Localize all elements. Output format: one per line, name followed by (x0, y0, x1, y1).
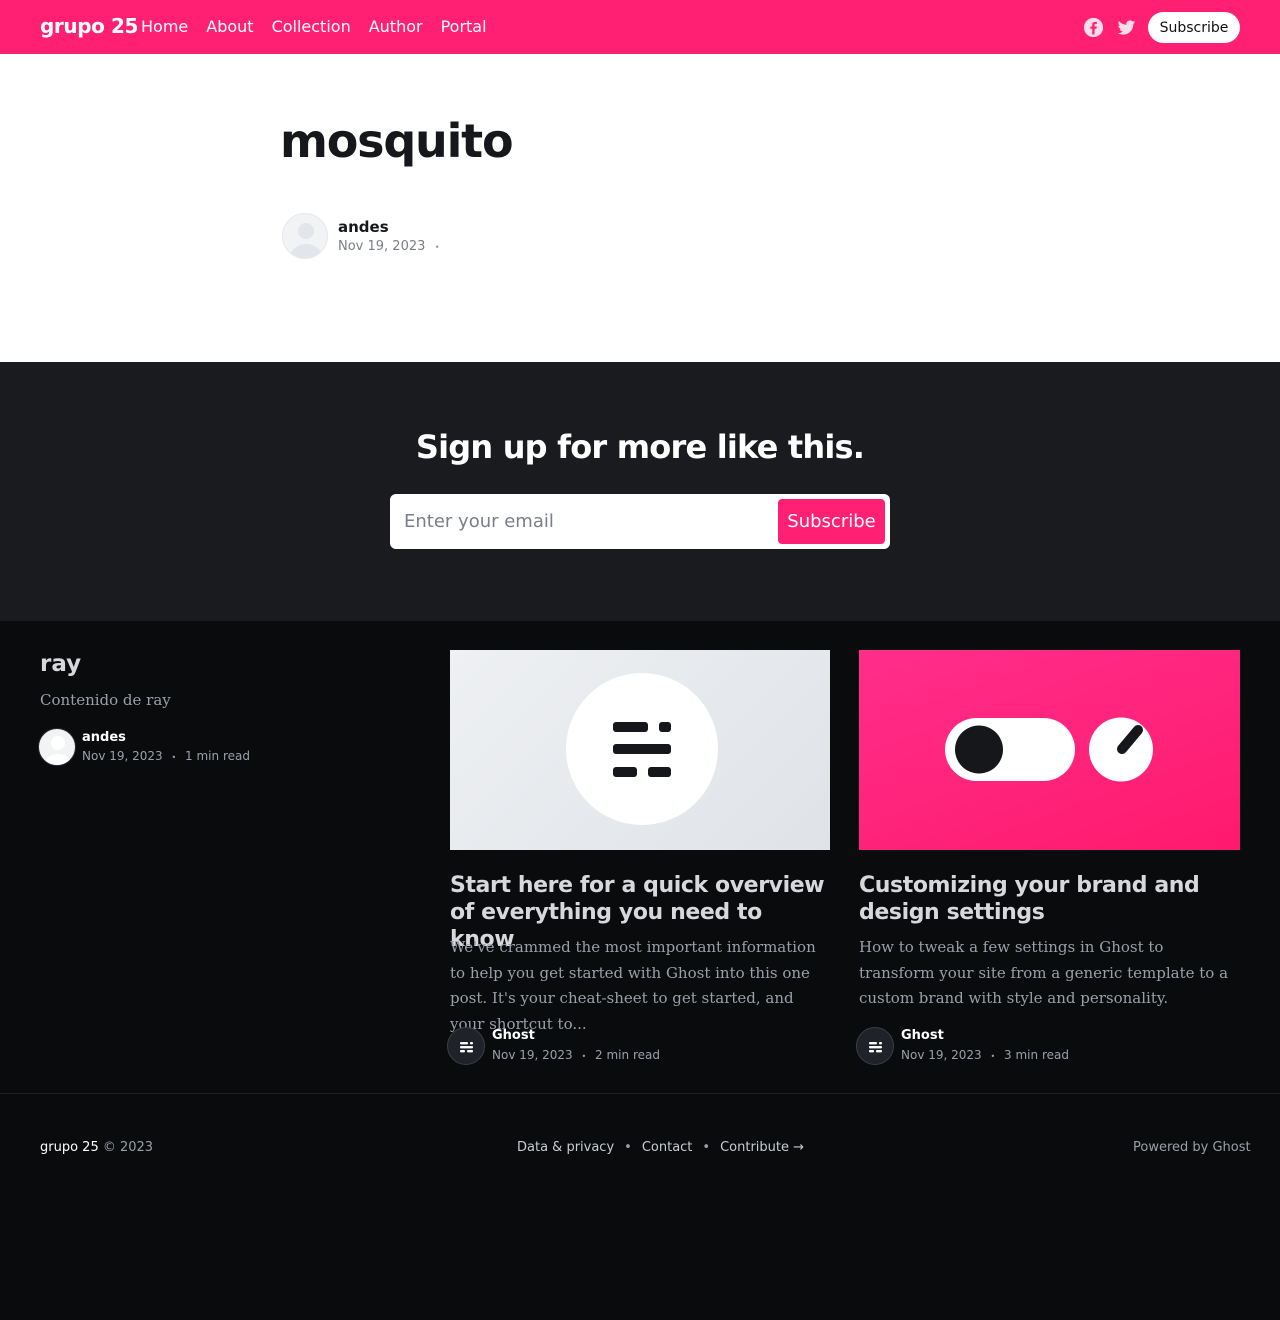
featured-read-time: 1 min read (185, 749, 250, 763)
card-excerpt-customizing: How to tweak a few settings in Ghost to … (859, 938, 1229, 1007)
footer-separator: • (624, 1140, 632, 1155)
footer-separator: • (702, 1140, 711, 1155)
nav-author[interactable]: Author (369, 17, 423, 36)
author-name[interactable]: andes (338, 218, 389, 236)
footer-divider (0, 1093, 1280, 1094)
twitter-icon[interactable] (1116, 17, 1137, 38)
card-read-time: 3 min read (1004, 1048, 1069, 1062)
card-author-name[interactable]: Ghost (901, 1028, 944, 1043)
meta-separator: • (434, 243, 440, 253)
user-placeholder-icon (43, 736, 73, 765)
ghost-author-avatar[interactable] (447, 1027, 485, 1065)
ghost-author-avatar[interactable] (856, 1027, 894, 1065)
toggle-switch-icon (945, 717, 1153, 782)
nav-home[interactable]: Home (141, 17, 188, 36)
card-image-customizing[interactable] (859, 650, 1240, 850)
card-date: Nov 19, 2023 (901, 1048, 982, 1062)
featured-author-name[interactable]: andes (82, 730, 126, 745)
site-header: grupo 25 Home About Collection Author Po… (0, 0, 1280, 54)
card-author-name[interactable]: Ghost (492, 1028, 535, 1043)
nav-collection[interactable]: Collection (272, 17, 351, 36)
nav-about[interactable]: About (206, 17, 253, 36)
card-excerpt-start-here: We've crammed the most important informa… (450, 938, 816, 1033)
footer-brand[interactable]: grupo 25 (40, 1140, 99, 1155)
author-avatar[interactable] (282, 213, 328, 259)
meta-separator: • (581, 1052, 587, 1061)
ghost-logo-icon (869, 1042, 882, 1053)
featured-author-avatar[interactable] (38, 728, 76, 766)
footer-link-contact[interactable]: Contact (642, 1140, 693, 1155)
facebook-icon[interactable] (1083, 17, 1104, 38)
featured-post-title[interactable]: ray (40, 651, 81, 677)
header-subscribe-button[interactable]: Subscribe (1148, 12, 1240, 43)
signup-form: Subscribe (390, 494, 890, 549)
card-date: Nov 19, 2023 (492, 1048, 573, 1062)
meta-separator: • (171, 753, 177, 762)
signup-cta: Sign up for more like this. Subscribe (0, 362, 1280, 621)
featured-post-excerpt: Contenido de ray (40, 691, 171, 709)
post-title: mosquito (280, 114, 514, 168)
nav-portal[interactable]: Portal (441, 17, 487, 36)
footer-link-contribute[interactable]: Contribute → (720, 1140, 804, 1155)
ghost-logo-icon (460, 1042, 473, 1053)
article-header: mosquito andes Nov 19, 2023 • (0, 54, 1280, 362)
card-title-customizing[interactable]: Customizing your brand and design settin… (859, 872, 1239, 926)
featured-post-meta: Nov 19, 2023 • 1 min read (82, 749, 250, 763)
card-image-start-here[interactable] (450, 650, 830, 850)
footer-link-privacy[interactable]: Data & privacy (517, 1140, 614, 1155)
meta-separator: • (990, 1052, 996, 1061)
powered-by[interactable]: Powered by Ghost (1133, 1140, 1251, 1155)
email-input[interactable] (404, 504, 764, 538)
post-meta: Nov 19, 2023 • (338, 239, 440, 254)
ghost-logo-icon (566, 673, 718, 825)
featured-post-date: Nov 19, 2023 (82, 749, 163, 763)
post-date: Nov 19, 2023 (338, 239, 426, 254)
site-brand[interactable]: grupo 25 (40, 14, 138, 38)
card-meta: Nov 19, 2023 • 2 min read (492, 1048, 660, 1062)
cta-subscribe-button[interactable]: Subscribe (778, 499, 885, 544)
card-read-time: 2 min read (595, 1048, 660, 1062)
main-nav: Home About Collection Author Portal (141, 17, 505, 36)
cta-title: Sign up for more like this. (415, 428, 865, 466)
footer-copyright: grupo 25 © 2023 (40, 1140, 153, 1155)
user-placeholder-icon (289, 223, 323, 258)
footer-nav: Data & privacy • Contact • Contribute → (517, 1140, 804, 1155)
copyright-text: © 2023 (102, 1140, 154, 1155)
card-meta: Nov 19, 2023 • 3 min read (901, 1048, 1069, 1062)
post-feed: ray Contenido de ray andes Nov 19, 2023 … (0, 621, 1280, 1093)
